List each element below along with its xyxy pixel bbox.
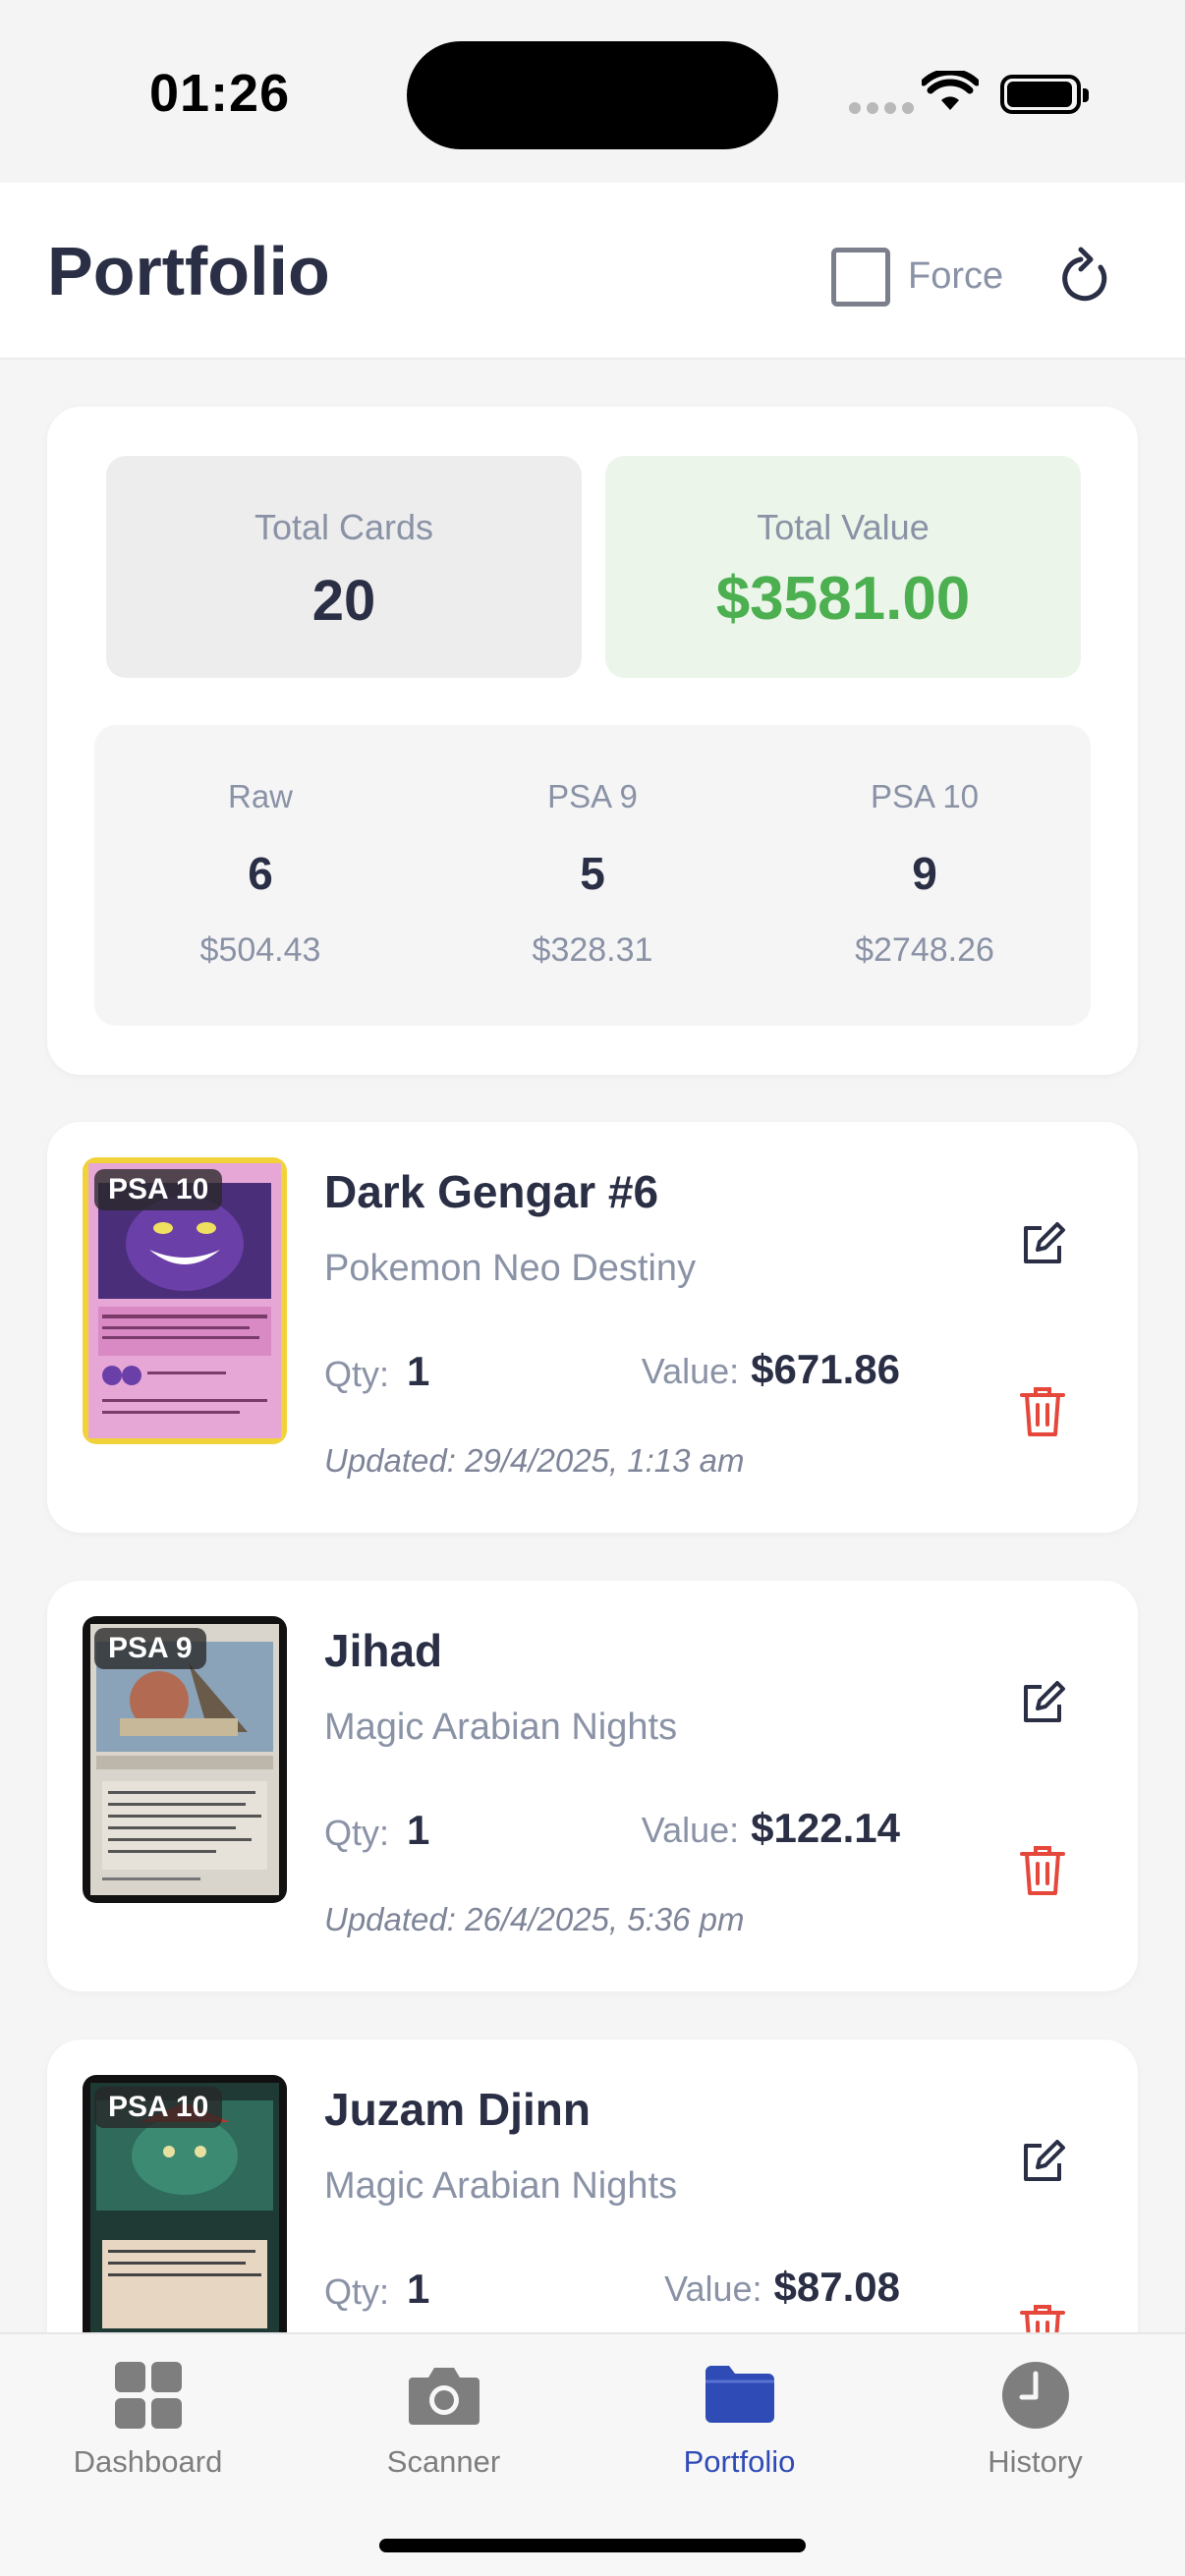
tab-label: History	[988, 2444, 1083, 2479]
force-checkbox[interactable]	[831, 248, 890, 307]
card-set: Magic Arabian Nights	[324, 2165, 678, 2207]
qty-label: Qty:	[324, 1813, 390, 1853]
page-title: Portfolio	[47, 233, 330, 309]
qty-label: Qty:	[324, 1354, 390, 1394]
card-name: Jihad	[324, 1625, 443, 1676]
breakdown-value: $2748.26	[855, 931, 994, 969]
total-cards-label: Total Cards	[254, 507, 434, 547]
grade-badge: PSA 9	[94, 1628, 206, 1669]
qty-label: Qty:	[324, 2271, 390, 2312]
status-time: 01:26	[149, 64, 291, 123]
total-value-tile: Total Value $3581.00	[605, 456, 1081, 678]
tab-dashboard[interactable]: Dashboard	[0, 2334, 296, 2511]
value-label: Value:	[664, 2268, 762, 2309]
updated-timestamp: Updated: 26/4/2025, 5:36 pm	[324, 1901, 745, 1937]
clock-icon	[1001, 2362, 1069, 2429]
trash-icon[interactable]	[1020, 1844, 1065, 1897]
camera-icon	[408, 2368, 480, 2425]
refresh-icon[interactable]	[1051, 246, 1116, 310]
value-label: Value:	[641, 1351, 740, 1391]
grade-badge: PSA 10	[94, 1169, 223, 1210]
breakdown-count: 5	[580, 848, 605, 899]
edit-icon[interactable]	[1018, 1679, 1067, 1728]
card-name: Dark Gengar #6	[324, 1166, 659, 1217]
qty-value: 1	[407, 1807, 430, 1853]
tab-history[interactable]: History	[887, 2334, 1183, 2511]
value-row: Value: $671.86	[642, 1346, 900, 1393]
breakdown-label: PSA 9	[547, 778, 638, 814]
battery-icon	[1000, 75, 1089, 114]
value-amount: $122.14	[751, 1805, 900, 1851]
grade-badge: PSA 10	[94, 2087, 223, 2128]
total-cards-value: 20	[311, 569, 376, 633]
total-value-amount: $3581.00	[715, 565, 971, 633]
dashboard-icon	[114, 2362, 182, 2429]
signal-icon	[849, 102, 914, 114]
app-screen: 01:26 Portfolio Force Total Cards 20 Tot…	[0, 0, 1185, 2576]
card-set: Magic Arabian Nights	[324, 1707, 678, 1748]
updated-timestamp: Updated: 29/4/2025, 1:13 am	[324, 1442, 745, 1479]
page-header: Portfolio Force	[0, 183, 1185, 360]
tab-portfolio[interactable]: Portfolio	[592, 2334, 887, 2511]
tab-label: Dashboard	[73, 2444, 223, 2479]
force-label[interactable]: Force	[908, 255, 1003, 298]
value-row: Value: $87.08	[664, 2264, 900, 2311]
wifi-icon	[922, 71, 979, 110]
tab-label: Scanner	[386, 2444, 501, 2479]
total-cards-tile: Total Cards 20	[106, 456, 582, 678]
value-row: Value: $122.14	[642, 1805, 900, 1852]
breakdown-label: Raw	[227, 778, 294, 814]
edit-icon[interactable]	[1018, 1220, 1067, 1269]
breakdown-value: $328.31	[532, 931, 653, 969]
breakdown-count: 6	[248, 848, 273, 899]
breakdown-raw: Raw 6 $504.43	[94, 725, 426, 1026]
qty-value: 1	[407, 1348, 430, 1394]
breakdown-psa10: PSA 10 9 $2748.26	[759, 725, 1091, 1026]
qty-value: 1	[407, 2266, 430, 2312]
card-set: Pokemon Neo Destiny	[324, 1248, 697, 1289]
status-bar: 01:26	[0, 0, 1185, 183]
value-amount: $671.86	[751, 1346, 900, 1392]
portfolio-item[interactable]: PSA 9 Jihad Magic Arabian Nights Qty: 1 …	[47, 1581, 1138, 1991]
breakdown-value: $504.43	[199, 931, 321, 969]
value-amount: $87.08	[773, 2264, 900, 2310]
total-value-label: Total Value	[757, 507, 930, 547]
breakdown-psa9: PSA 9 5 $328.31	[426, 725, 759, 1026]
breakdown-count: 9	[912, 848, 937, 899]
folder-icon	[705, 2366, 774, 2423]
home-indicator[interactable]	[379, 2539, 806, 2552]
dynamic-island	[407, 41, 778, 149]
card-name: Juzam Djinn	[324, 2084, 591, 2135]
value-label: Value:	[641, 1810, 740, 1850]
trash-icon[interactable]	[1020, 1385, 1065, 1438]
grade-breakdown: Raw 6 $504.43 PSA 9 5 $328.31 PSA 10 9 $…	[94, 725, 1091, 1026]
tab-scanner[interactable]: Scanner	[296, 2334, 592, 2511]
portfolio-item[interactable]: PSA 10 Dark Gengar #6 Pokemon Neo Destin…	[47, 1122, 1138, 1533]
breakdown-label: PSA 10	[870, 778, 980, 814]
tab-label: Portfolio	[683, 2444, 796, 2479]
edit-icon[interactable]	[1018, 2138, 1067, 2187]
portfolio-summary: Total Cards 20 Total Value $3581.00 Raw …	[47, 407, 1138, 1075]
